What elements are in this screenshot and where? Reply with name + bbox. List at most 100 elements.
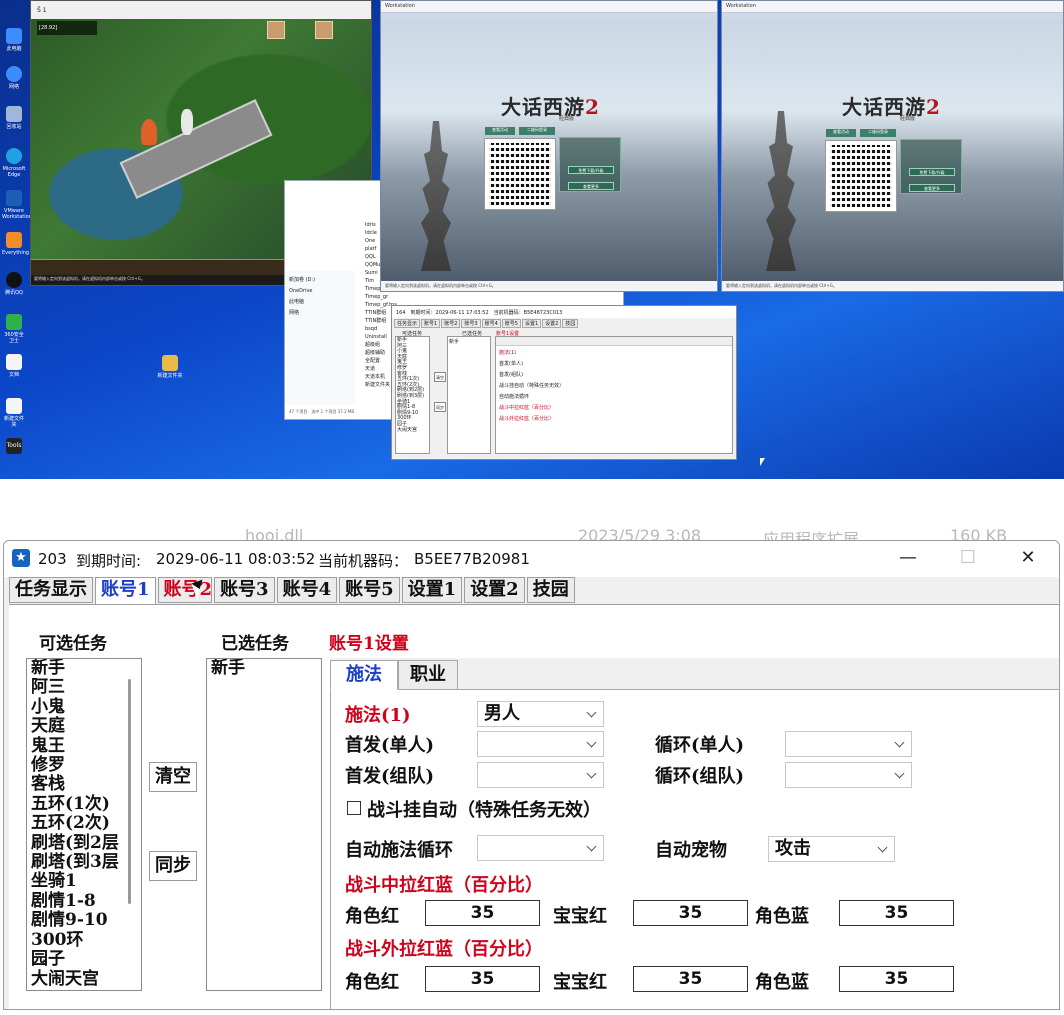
loop-team-dropdown[interactable]: [785, 762, 912, 788]
subtab-class[interactable]: 职业: [398, 660, 458, 690]
vm-window-1[interactable]: Workstation 大话西游2 经典版 查看活动 二维码登录 免费下载/升级…: [380, 0, 718, 292]
list-item[interactable]: 修罗: [27, 755, 141, 775]
auto-fight-checkbox[interactable]: [347, 801, 361, 815]
explorer-side-item[interactable]: 新加卷 (D:): [289, 275, 351, 286]
tab-account-5[interactable]: 账号5: [339, 577, 400, 603]
mini-selected-list[interactable]: 新手: [447, 336, 491, 454]
sync-button[interactable]: 同步: [149, 851, 197, 881]
tab-settings-1[interactable]: 设置1: [401, 577, 463, 603]
game-login-scene[interactable]: 大话西游2 经典版 查看活动 二维码登录 免费下载/升级 查看更多: [381, 19, 717, 281]
list-item[interactable]: 鬼王: [27, 736, 141, 756]
more-button[interactable]: 查看更多: [568, 182, 614, 190]
subtab-cast[interactable]: 施法: [330, 660, 398, 690]
desktop-icon-doc[interactable]: 文档: [2, 354, 26, 378]
list-item[interactable]: 刷塔(到3层: [27, 852, 141, 872]
mini-tab[interactable]: 账号1: [421, 319, 441, 328]
maximize-button[interactable]: ☐: [938, 541, 998, 577]
in-role-blue-input[interactable]: 35: [839, 900, 954, 926]
tab-account-1[interactable]: 账号1: [95, 577, 156, 605]
explorer-side-item[interactable]: 此电脑: [289, 297, 351, 308]
mini-tab[interactable]: 账号4: [481, 319, 501, 328]
list-item[interactable]: 新手: [27, 659, 141, 678]
game-login-scene[interactable]: 大话西游2 经典版 查看活动 二维码登录 免费下载/升级 查看更多: [722, 19, 1063, 281]
cast-dropdown[interactable]: 男人: [477, 701, 604, 727]
auto-cast-loop-dropdown[interactable]: [477, 835, 604, 861]
selected-task-list[interactable]: 新手: [206, 658, 322, 991]
list-item[interactable]: 剧情9-10: [27, 910, 141, 930]
tab-settings-2[interactable]: 设置2: [464, 577, 525, 603]
loop-single-dropdown[interactable]: [785, 731, 912, 757]
list-item[interactable]: 天庭: [27, 716, 141, 736]
list-scrollbar[interactable]: [128, 679, 131, 904]
vm-toolbar[interactable]: Workstation: [722, 1, 1063, 13]
tab-account-3[interactable]: 账号3: [214, 577, 275, 603]
desktop-icon-network[interactable]: 网络: [2, 66, 26, 90]
tab-account-4[interactable]: 账号4: [276, 577, 338, 603]
desktop-icon-this-pc[interactable]: 此电脑: [2, 28, 26, 52]
minimize-button[interactable]: —: [878, 541, 938, 577]
list-item[interactable]: 剧情1-8: [27, 891, 141, 911]
mini-tab[interactable]: 任务显示: [394, 319, 421, 328]
vm-window-2[interactable]: Workstation 大话西游2 经典版 查看活动 二维码登录 免费下载/升级…: [721, 0, 1064, 292]
download-button[interactable]: 免费下载/升级: [909, 168, 955, 176]
login-tab[interactable]: 查看活动: [485, 127, 515, 135]
download-button[interactable]: 免费下载/升级: [568, 166, 614, 174]
desktop-icon-tools[interactable]: Tools: [2, 438, 26, 456]
tool-window[interactable]: ★ 203 到期时间: 2029-06-11 08:03:52 当前机器码： B…: [3, 540, 1060, 1010]
list-item[interactable]: 园子: [27, 949, 141, 969]
in-role-red-input[interactable]: 35: [425, 900, 540, 926]
list-item[interactable]: 刷塔(到2层: [27, 833, 141, 853]
mini-tool-window[interactable]: 164 到期时间：2029-06-11 17:03:52 当前机器码：B5E48…: [391, 305, 737, 460]
mini-clear-button[interactable]: 清空: [434, 372, 446, 382]
title-bar[interactable]: ★ 203 到期时间: 2029-06-11 08:03:52 当前机器码： B…: [4, 541, 1059, 577]
tab-jiyuan[interactable]: 技园: [526, 577, 575, 603]
desktop-icon-recycle-bin[interactable]: 回收站: [2, 106, 26, 130]
in-pet-red-input[interactable]: 35: [633, 900, 748, 926]
qr-login-tab[interactable]: 二维码登录: [860, 129, 896, 137]
tab-account-2[interactable]: 账号2: [157, 577, 213, 603]
list-item[interactable]: 坐骑1: [27, 872, 141, 892]
mini-sync-button[interactable]: 同步: [434, 402, 446, 412]
desktop-icon-vmware[interactable]: VMware Workstation: [2, 190, 32, 220]
explorer-side-item[interactable]: OneDrive: [289, 286, 351, 297]
list-item[interactable]: 小鬼: [27, 697, 141, 717]
desktop-icon-doc-2[interactable]: 新建文件夹: [2, 398, 26, 428]
out-role-blue-input[interactable]: 35: [839, 966, 954, 992]
list-item[interactable]: 新手: [207, 659, 321, 678]
list-item[interactable]: 阿三: [27, 677, 141, 697]
auto-pet-dropdown[interactable]: 攻击: [768, 836, 895, 862]
available-task-list[interactable]: 新手 阿三 小鬼 天庭 鬼王 修罗 客栈 五环(1次) 五环(2次) 刷塔(到2层 刷塔(到3层 坐骑…: [26, 658, 142, 991]
mini-available-list[interactable]: 新手 阿三 小鬼 天庭 鬼王 修罗 客栈 五环(1次) 五环(2次) 刷塔(到2层) 刷塔(到3层)…: [395, 336, 430, 454]
first-single-dropdown[interactable]: [477, 731, 604, 757]
list-item[interactable]: 五环(2次): [27, 813, 141, 833]
clear-button[interactable]: 清空: [149, 762, 197, 792]
mini-tab[interactable]: 账号3: [461, 319, 481, 328]
close-button[interactable]: ✕: [998, 541, 1058, 577]
desktop-icon-everything[interactable]: Everything: [2, 232, 29, 256]
mini-tab[interactable]: 账号2: [441, 319, 461, 328]
game-logo: 大话西游2: [501, 95, 600, 119]
mini-tab[interactable]: 账号5: [501, 319, 521, 328]
desktop-icon-qq[interactable]: 腾讯QQ: [2, 272, 26, 296]
explorer-side-item[interactable]: 网络: [289, 308, 351, 319]
mini-tab[interactable]: 技园: [562, 319, 579, 328]
mini-tab[interactable]: 设置2: [542, 319, 562, 328]
qr-login-tab[interactable]: 二维码登录: [519, 127, 555, 135]
first-team-dropdown[interactable]: [477, 762, 604, 788]
list-item[interactable]: 五环(1次): [27, 794, 141, 814]
desktop-icon-edge[interactable]: Microsoft Edge: [2, 148, 26, 178]
out-pet-red-input[interactable]: 35: [633, 966, 748, 992]
list-item[interactable]: 300环: [27, 930, 141, 950]
tab-task-display[interactable]: 任务显示: [9, 577, 93, 603]
list-item[interactable]: 大闹天宫: [27, 969, 141, 989]
mini-tab[interactable]: 设置1: [521, 319, 542, 328]
mini-list-item[interactable]: 大闹天宫: [397, 427, 428, 434]
login-tab[interactable]: 查看活动: [826, 129, 856, 137]
vm-toolbar[interactable]: Workstation: [381, 1, 717, 13]
desktop-icon-360[interactable]: 360安全卫士: [2, 314, 26, 344]
list-item[interactable]: 客栈: [27, 775, 141, 795]
desktop-icon-folder[interactable]: 新建文件夹: [155, 355, 185, 379]
more-button[interactable]: 查看更多: [909, 184, 955, 192]
explorer-file-item[interactable]: Timep_gr: [365, 293, 397, 301]
out-role-red-input[interactable]: 35: [425, 966, 540, 992]
